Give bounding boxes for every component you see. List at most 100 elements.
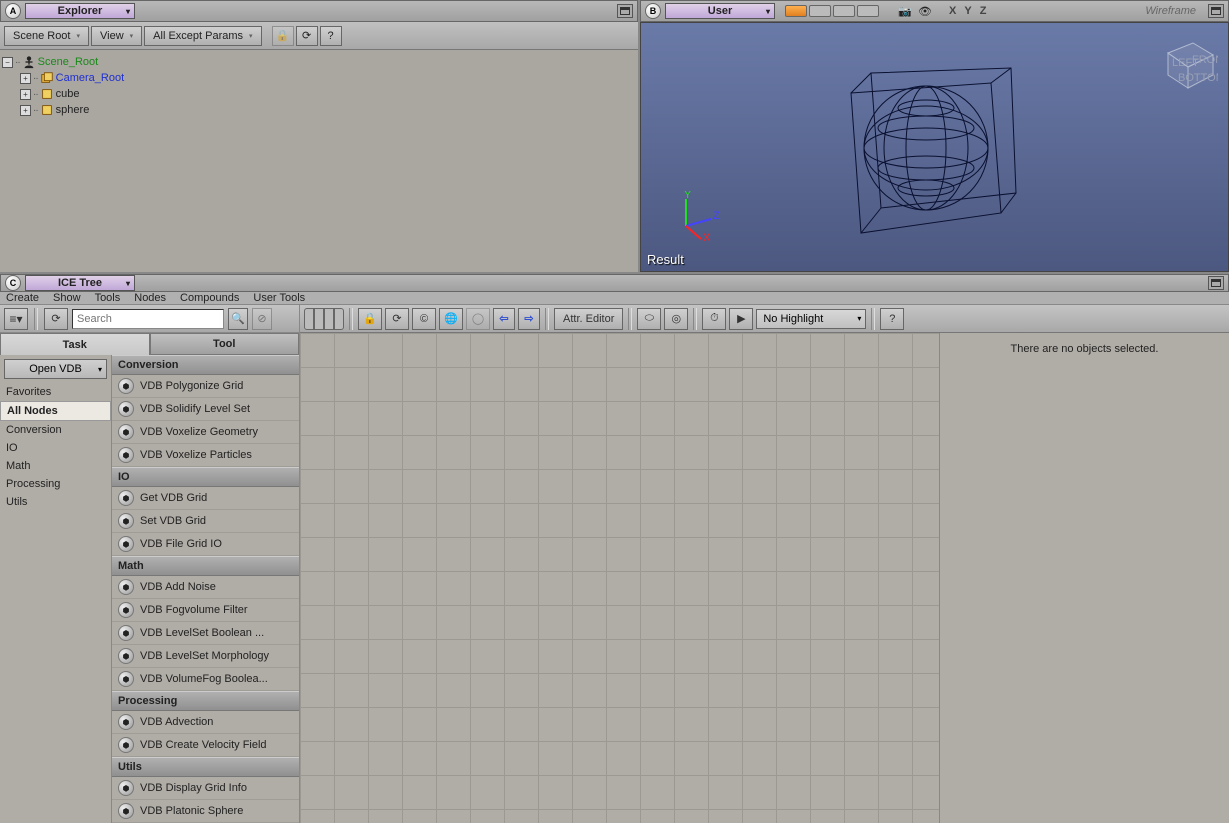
node-item[interactable]: ⬢Set VDB Grid <box>112 510 299 533</box>
camera-icon[interactable]: 📷 <box>897 4 913 18</box>
lock-button[interactable]: 🔒 <box>272 26 294 46</box>
ice-graph-canvas[interactable] <box>300 333 939 823</box>
grip-handle[interactable] <box>314 308 324 330</box>
node-item[interactable]: ⬢VDB Platonic Sphere <box>112 800 299 823</box>
filter-menu[interactable]: All Except Params <box>144 26 261 46</box>
group-header-processing[interactable]: Processing <box>112 691 299 711</box>
category-favorites[interactable]: Favorites <box>0 383 111 401</box>
node-item[interactable]: ⬢VDB LevelSet Morphology <box>112 645 299 668</box>
category-processing[interactable]: Processing <box>0 475 111 493</box>
node-item[interactable]: ⬢VDB LevelSet Boolean ... <box>112 622 299 645</box>
copyright-button[interactable]: © <box>412 308 436 330</box>
tree-item-camera[interactable]: + ·· Camera_Root <box>2 70 636 86</box>
viewport-camera-combo[interactable]: User <box>665 3 775 19</box>
node-icon: ⬢ <box>118 803 134 819</box>
list-menu-button[interactable]: ≡▾ <box>4 308 28 330</box>
maximize-icon[interactable] <box>1208 4 1224 18</box>
node-icon: ⬢ <box>118 378 134 394</box>
ice-view-combo[interactable]: ICE Tree <box>25 275 135 291</box>
node-item[interactable]: ⬢VDB File Grid IO <box>112 533 299 556</box>
node-item[interactable]: ⬢VDB Voxelize Geometry <box>112 421 299 444</box>
lock-icon: 🔒 <box>276 29 290 42</box>
node-item[interactable]: ⬢VDB VolumeFog Boolea... <box>112 668 299 691</box>
explorer-view-combo[interactable]: Explorer <box>25 3 135 19</box>
search-button[interactable]: 🔍 <box>228 308 248 330</box>
grip-handle[interactable] <box>334 308 344 330</box>
help-button[interactable]: ? <box>880 308 904 330</box>
highlight-combo[interactable]: No Highlight <box>756 309 866 329</box>
menu-usertools[interactable]: User Tools <box>253 292 305 304</box>
node-item[interactable]: ⬢VDB Create Velocity Field <box>112 734 299 757</box>
target-button[interactable]: ◎ <box>664 308 688 330</box>
group-header-conversion[interactable]: Conversion <box>112 355 299 375</box>
ice-header: C ICE Tree <box>0 274 1229 292</box>
refresh-button[interactable]: ⟳ <box>385 308 409 330</box>
refresh-button[interactable]: ⟳ <box>296 26 318 46</box>
maximize-icon[interactable] <box>617 4 633 18</box>
memo-cam-4[interactable] <box>857 5 879 17</box>
shading-mode-combo[interactable]: Wireframe <box>1145 5 1196 17</box>
category-conversion[interactable]: Conversion <box>0 421 111 439</box>
category-math[interactable]: Math <box>0 457 111 475</box>
axis-x-button[interactable]: X <box>947 5 958 17</box>
tree-item-sphere[interactable]: + ·· sphere <box>2 102 636 118</box>
timer-button[interactable]: ⏱ <box>702 308 726 330</box>
menu-show[interactable]: Show <box>53 292 81 304</box>
category-all-nodes[interactable]: All Nodes <box>0 401 111 421</box>
collapse-icon[interactable]: − <box>2 57 13 68</box>
node-item[interactable]: ⬢VDB Advection <box>112 711 299 734</box>
lasso-button[interactable]: ⬭ <box>637 308 661 330</box>
cancel-icon: ⊘ <box>257 312 266 325</box>
node-item[interactable]: ⬢VDB Display Grid Info <box>112 777 299 800</box>
viewport-3d[interactable]: Y Z X LEFT FRONT BOTTOM Result <box>640 22 1229 272</box>
menu-create[interactable]: Create <box>6 292 39 304</box>
tree-item-cube[interactable]: + ·· cube <box>2 86 636 102</box>
clear-search-button[interactable]: ⊘ <box>252 308 272 330</box>
tab-task[interactable]: Task <box>0 333 150 355</box>
group-header-utils[interactable]: Utils <box>112 757 299 777</box>
category-io[interactable]: IO <box>0 439 111 457</box>
node-item[interactable]: ⬢VDB Solidify Level Set <box>112 398 299 421</box>
expand-icon[interactable]: + <box>20 105 31 116</box>
help-icon: ? <box>889 313 895 325</box>
node-item[interactable]: ⬢VDB Add Noise <box>112 576 299 599</box>
search-input[interactable] <box>72 309 224 329</box>
nav-cube[interactable]: LEFT FRONT BOTTOM <box>1158 33 1218 93</box>
group-header-math[interactable]: Math <box>112 556 299 576</box>
view-menu[interactable]: View <box>91 26 142 46</box>
attr-editor-button[interactable]: Attr. Editor <box>554 308 623 330</box>
globe-button[interactable]: 🌐 <box>439 308 463 330</box>
refresh-button[interactable]: ⟳ <box>44 308 68 330</box>
eye-icon[interactable]: 👁 <box>917 4 933 18</box>
node-label: VDB VolumeFog Boolea... <box>140 673 268 685</box>
menu-nodes[interactable]: Nodes <box>134 292 166 304</box>
expand-icon[interactable]: + <box>20 89 31 100</box>
memo-cam-1[interactable] <box>785 5 807 17</box>
menu-compounds[interactable]: Compounds <box>180 292 239 304</box>
tree-root[interactable]: − ·· Scene_Root <box>2 54 636 70</box>
lock-button[interactable]: 🔒 <box>358 308 382 330</box>
tab-tool[interactable]: Tool <box>150 333 300 355</box>
group-header-io[interactable]: IO <box>112 467 299 487</box>
node-icon: ⬢ <box>118 579 134 595</box>
node-item[interactable]: ⬢VDB Voxelize Particles <box>112 444 299 467</box>
scene-root-menu[interactable]: Scene Root <box>4 26 89 46</box>
node-item[interactable]: ⬢VDB Polygonize Grid <box>112 375 299 398</box>
maximize-icon[interactable] <box>1208 276 1224 290</box>
help-button[interactable]: ? <box>320 26 342 46</box>
expand-icon[interactable]: + <box>20 73 31 84</box>
grip-handle[interactable] <box>304 308 314 330</box>
axis-z-button[interactable]: Z <box>978 5 989 17</box>
menu-tools[interactable]: Tools <box>95 292 121 304</box>
preset-combo[interactable]: Open VDB <box>4 359 107 379</box>
node-item[interactable]: ⬢Get VDB Grid <box>112 487 299 510</box>
category-utils[interactable]: Utils <box>0 493 111 511</box>
memo-cam-3[interactable] <box>833 5 855 17</box>
node-item[interactable]: ⬢VDB Fogvolume Filter <box>112 599 299 622</box>
grip-handle[interactable] <box>324 308 334 330</box>
axis-y-button[interactable]: Y <box>962 5 973 17</box>
nav-forward-button[interactable]: ⇨ <box>518 308 540 330</box>
play-button[interactable]: ▶ <box>729 308 753 330</box>
memo-cam-2[interactable] <box>809 5 831 17</box>
nav-back-button[interactable]: ⇦ <box>493 308 515 330</box>
